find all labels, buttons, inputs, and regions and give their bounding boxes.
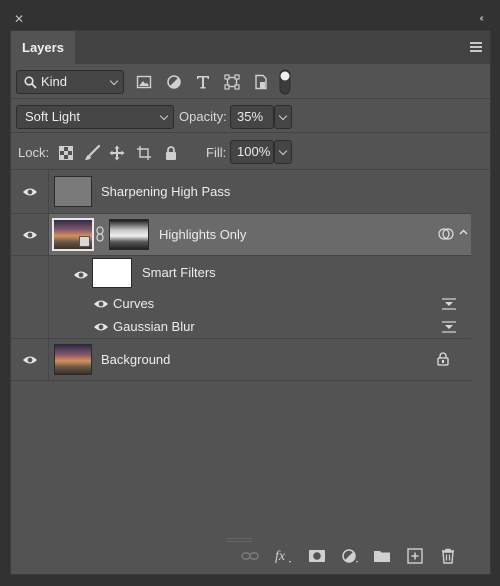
adjustment-filter-icon[interactable] xyxy=(166,74,182,90)
layer-mask-thumbnail[interactable] xyxy=(109,219,149,250)
blend-mode-dropdown[interactable]: Soft Light xyxy=(16,105,174,129)
layer-sharpening-high-pass[interactable]: Sharpening High Pass xyxy=(11,170,471,214)
lock-transparent-pixels-icon[interactable] xyxy=(58,145,74,161)
layer-background[interactable]: Background xyxy=(11,339,471,381)
smart-object-thumbnail xyxy=(52,218,94,251)
layer-name: Sharpening High Pass xyxy=(101,184,231,199)
blending-options-icon[interactable] xyxy=(441,320,457,334)
layer-highlights-only[interactable]: Highlights Only xyxy=(11,214,471,256)
filter-kind-dropdown[interactable]: Kind xyxy=(16,70,124,94)
visibility-eye-icon[interactable] xyxy=(22,355,38,365)
type-filter-icon[interactable] xyxy=(195,74,211,90)
filter-toggle-icon[interactable] xyxy=(279,69,291,95)
filter-kind-label: Kind xyxy=(41,74,68,89)
blend-row: Soft Light Opacity: 35% xyxy=(11,99,490,133)
opacity-input[interactable]: 35% xyxy=(230,105,274,129)
smart-object-filter-icon[interactable] xyxy=(253,74,269,90)
tab-bar: Layers xyxy=(11,31,490,64)
layer-name: Highlights Only xyxy=(159,227,247,242)
visibility-eye-icon[interactable] xyxy=(93,299,109,309)
lock-image-pixels-icon[interactable] xyxy=(84,145,100,161)
add-mask-icon[interactable] xyxy=(308,548,326,564)
opacity-label: Opacity: xyxy=(179,109,227,124)
layer-lock-icon xyxy=(437,352,449,366)
filter-name: Curves xyxy=(113,296,155,311)
lock-all-icon[interactable] xyxy=(163,145,179,161)
fx-layer-style-icon[interactable]: fx xyxy=(274,548,292,564)
filter-gaussian-blur-row[interactable]: Gaussian Blur xyxy=(11,315,471,339)
filter-curves-row[interactable]: Curves xyxy=(11,292,471,315)
layer-filter-row: Kind xyxy=(11,64,490,99)
blend-mode-value: Soft Light xyxy=(25,109,80,124)
new-layer-icon[interactable] xyxy=(406,548,424,564)
lock-row: Lock: Fill: 100% xyxy=(11,133,490,170)
visibility-eye-icon[interactable] xyxy=(73,270,89,280)
tab-layers[interactable]: Layers xyxy=(11,31,75,64)
layers-panel: Layers Kind Soft Light Opacity: 35% Lock… xyxy=(10,30,491,575)
pixel-filter-icon[interactable] xyxy=(136,74,152,90)
visibility-eye-icon[interactable] xyxy=(93,322,109,332)
layer-thumbnail xyxy=(54,344,92,375)
panel-titlebar: ✕ ‹‹ xyxy=(0,0,500,30)
panel-menu-icon[interactable] xyxy=(470,42,482,52)
new-adjustment-layer-icon[interactable] xyxy=(341,548,359,564)
collapse-panel-icon[interactable]: ‹‹ xyxy=(479,14,483,24)
new-group-folder-icon[interactable] xyxy=(373,548,391,564)
fill-slider-toggle[interactable] xyxy=(274,140,292,164)
smart-filters-indicator-icon xyxy=(438,228,454,240)
fill-input[interactable]: 100% xyxy=(230,140,274,164)
link-chain-icon[interactable] xyxy=(96,226,104,242)
svg-text:fx: fx xyxy=(275,549,286,564)
smart-filter-mask-thumbnail[interactable] xyxy=(92,258,132,288)
visibility-eye-icon[interactable] xyxy=(22,230,38,240)
opacity-slider-toggle[interactable] xyxy=(274,105,292,129)
visibility-eye-icon[interactable] xyxy=(22,187,38,197)
resize-grip[interactable] xyxy=(226,538,252,542)
search-icon xyxy=(24,76,37,89)
lock-position-icon[interactable] xyxy=(109,145,125,161)
lock-artboard-icon[interactable] xyxy=(136,145,152,161)
link-layers-icon[interactable] xyxy=(241,548,259,564)
filter-name: Gaussian Blur xyxy=(113,319,195,334)
delete-layer-trash-icon[interactable] xyxy=(439,548,457,564)
collapse-arrow-icon[interactable] xyxy=(459,229,468,235)
blending-options-icon[interactable] xyxy=(441,297,457,311)
fill-label: Fill: xyxy=(206,145,227,160)
smart-filters-row[interactable]: Smart Filters xyxy=(11,256,471,292)
layer-name: Background xyxy=(101,352,171,367)
shape-filter-icon[interactable] xyxy=(224,74,240,90)
smart-filters-label: Smart Filters xyxy=(142,265,216,280)
layer-thumbnail xyxy=(54,176,92,207)
close-icon[interactable]: ✕ xyxy=(14,13,24,25)
lock-label: Lock: xyxy=(18,145,50,160)
